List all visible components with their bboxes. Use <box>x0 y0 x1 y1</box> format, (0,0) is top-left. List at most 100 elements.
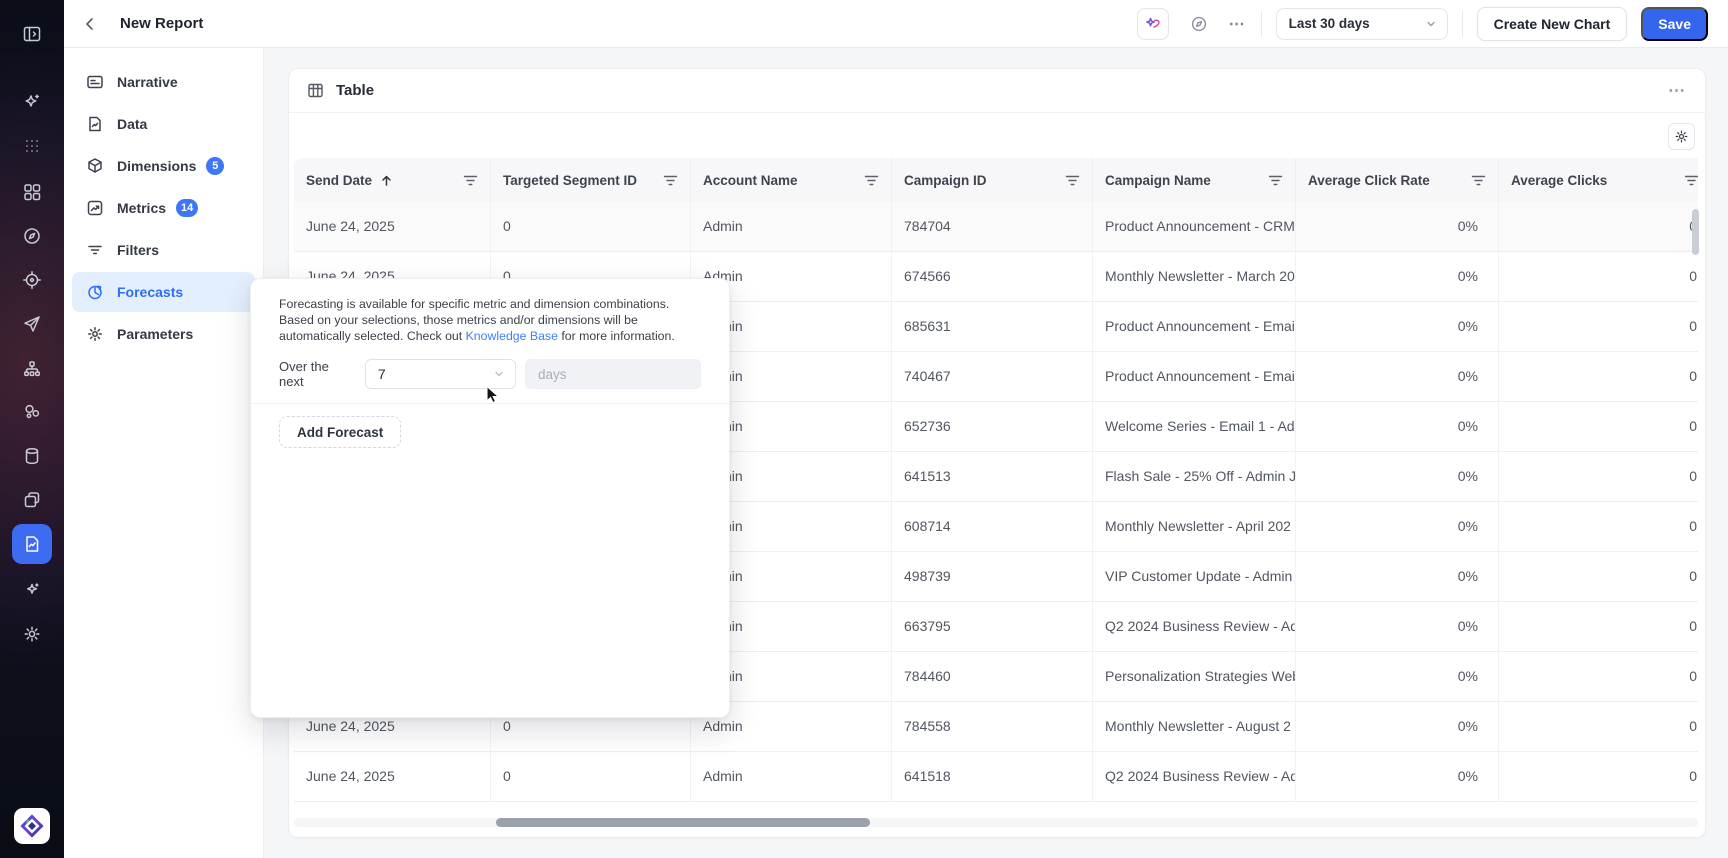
divider <box>1261 11 1262 37</box>
back-button[interactable] <box>74 8 106 40</box>
table-cell: 0 <box>1499 702 1698 751</box>
knowledge-base-link[interactable]: Knowledge Base <box>466 329 558 343</box>
table-cell: 784460 <box>892 652 1093 701</box>
compass-rail-icon[interactable] <box>12 216 52 256</box>
nav-label: Parameters <box>117 326 193 342</box>
over-the-next-label: Over the next <box>279 359 352 389</box>
save-button[interactable]: Save <box>1641 7 1708 41</box>
nav-item-data[interactable]: Data <box>72 104 255 144</box>
filter-icon[interactable] <box>864 174 879 187</box>
table-cell: 0% <box>1296 252 1499 301</box>
table-cell: 0 <box>491 752 691 801</box>
vertical-scrollbar-thumb[interactable] <box>1692 209 1699 255</box>
table-row: June 24, 20250Admin641518Q2 2024 Busines… <box>294 752 1698 802</box>
divider <box>1462 11 1463 37</box>
nav-item-filters[interactable]: Filters <box>72 230 255 270</box>
table-cell: 663795 <box>892 602 1093 651</box>
table-cell: 0 <box>1499 302 1698 351</box>
settings-gear-icon[interactable] <box>12 614 52 654</box>
table-cell: 0 <box>1499 602 1698 651</box>
apps-grid-icon[interactable] <box>12 126 52 166</box>
table-cell: 0 <box>1499 252 1698 301</box>
filter-icon[interactable] <box>1471 174 1486 187</box>
date-range-select[interactable]: Last 30 days <box>1276 8 1448 40</box>
create-new-chart-button[interactable]: Create New Chart <box>1477 7 1628 41</box>
send-icon[interactable] <box>12 304 52 344</box>
table-cell: 641518 <box>892 752 1093 801</box>
table-cell: Product Announcement - Email <box>1093 302 1296 351</box>
report-doc-icon[interactable] <box>12 524 52 564</box>
table-cell: 0% <box>1296 202 1499 251</box>
app-logo[interactable] <box>14 808 50 844</box>
filter-icon[interactable] <box>1684 174 1698 187</box>
nav-label: Narrative <box>117 74 178 90</box>
table-cell: Monthly Newsletter - August 2 <box>1093 702 1296 751</box>
nav-item-narrative[interactable]: Narrative <box>72 62 255 102</box>
column-header-account-name[interactable]: Account Name <box>691 158 892 202</box>
filter-icon[interactable] <box>1268 174 1283 187</box>
table-panel-title: Table <box>336 82 374 99</box>
table-cell: Product Announcement - Email <box>1093 352 1296 401</box>
table-panel-menu[interactable]: ⋯ <box>1668 81 1687 101</box>
copy-icon[interactable] <box>12 480 52 520</box>
table-cell: 641513 <box>892 452 1093 501</box>
column-header-average-click-rate[interactable]: Average Click Rate <box>1296 158 1499 202</box>
table-cell: June 24, 2025 <box>294 752 491 801</box>
column-label: Targeted Segment ID <box>503 173 637 188</box>
nav-item-metrics[interactable]: Metrics 14 <box>72 188 255 228</box>
mouse-cursor <box>483 385 501 405</box>
table-cell: 0% <box>1296 502 1499 551</box>
target-icon[interactable] <box>12 260 52 300</box>
table-cell: 0 <box>1499 752 1698 801</box>
table-cell: Monthly Newsletter - March 20 <box>1093 252 1296 301</box>
filter-icon[interactable] <box>663 174 678 187</box>
table-cell: 784704 <box>892 202 1093 251</box>
sidebar-toggle-icon[interactable] <box>12 14 52 54</box>
table-cell: 0% <box>1296 552 1499 601</box>
table-row: June 24, 20250Admin784704Product Announc… <box>294 202 1698 252</box>
icon-rail <box>0 0 64 858</box>
table-settings-button[interactable] <box>1668 123 1695 150</box>
table-cell: 0 <box>1499 652 1698 701</box>
table-cell: 0 <box>1499 202 1698 251</box>
more-options-button[interactable]: ⋯ <box>1229 14 1247 34</box>
hierarchy-icon[interactable] <box>12 349 52 389</box>
column-header-send-date[interactable]: Send Date <box>294 158 491 202</box>
bubbles-icon[interactable] <box>12 392 52 432</box>
table-cell: Flash Sale - 25% Off - Admin Ju <box>1093 452 1296 501</box>
table-cell: Product Announcement - CRM <box>1093 202 1296 251</box>
nav-item-dimensions[interactable]: Dimensions 5 <box>72 146 255 186</box>
date-range-value: Last 30 days <box>1289 16 1370 31</box>
column-header-campaign-name[interactable]: Campaign Name <box>1093 158 1296 202</box>
table-cell: Monthly Newsletter - April 202 <box>1093 502 1296 551</box>
table-cell: Personalization Strategies Web <box>1093 652 1296 701</box>
add-forecast-button[interactable]: Add Forecast <box>279 416 401 448</box>
explore-compass-button[interactable] <box>1183 8 1215 40</box>
ai-assistant-button[interactable] <box>1137 8 1169 40</box>
horizontal-scrollbar-thumb[interactable] <box>496 818 870 827</box>
forecast-description: Forecasting is available for specific me… <box>279 296 705 344</box>
column-label: Campaign Name <box>1105 173 1211 188</box>
nav-item-forecasts[interactable]: Forecasts <box>72 272 255 312</box>
dashboard-icon[interactable] <box>12 172 52 212</box>
column-label: Average Click Rate <box>1308 173 1430 188</box>
filter-icon[interactable] <box>463 174 478 187</box>
nav-item-parameters[interactable]: Parameters <box>72 314 255 354</box>
forecast-unit-input[interactable] <box>525 359 701 389</box>
column-header-targeted-segment-id[interactable]: Targeted Segment ID <box>491 158 691 202</box>
database-icon[interactable] <box>12 436 52 476</box>
column-header-campaign-id[interactable]: Campaign ID <box>892 158 1093 202</box>
column-header-average-clicks[interactable]: Average Clicks <box>1499 158 1698 202</box>
column-label: Send Date <box>306 173 372 188</box>
table-cell: Q2 2024 Business Review - Ad <box>1093 752 1296 801</box>
table-cell: 608714 <box>892 502 1093 551</box>
ai-sparkles-icon[interactable] <box>12 82 52 122</box>
table-cell: VIP Customer Update - Admin <box>1093 552 1296 601</box>
sparkle-icon[interactable] <box>12 570 52 610</box>
sort-asc-icon[interactable] <box>380 174 393 187</box>
filter-icon[interactable] <box>1065 174 1080 187</box>
table-cell: June 24, 2025 <box>294 202 491 251</box>
table-cell: 0% <box>1296 402 1499 451</box>
table-cell: 0 <box>1499 352 1698 401</box>
column-label: Average Clicks <box>1511 173 1607 188</box>
